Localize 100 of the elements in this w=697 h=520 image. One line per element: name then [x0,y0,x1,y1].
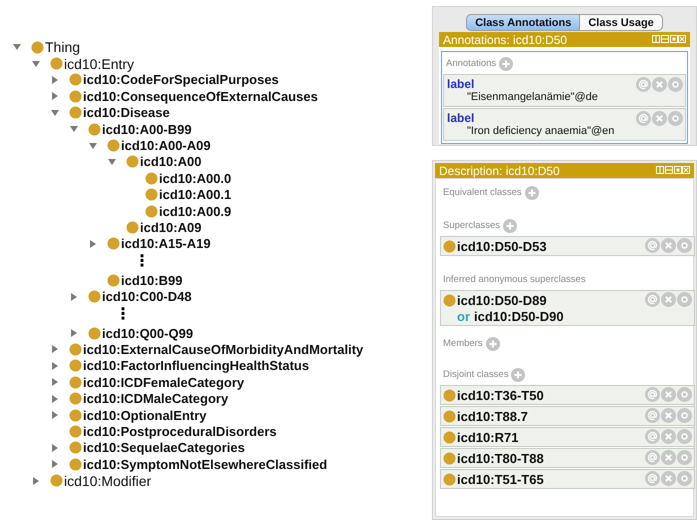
annotate-icon[interactable] [645,429,660,444]
add-icon[interactable] [511,368,526,382]
class-card[interactable]: icd10:T51-T65 [440,469,695,489]
expand-triangle-icon[interactable] [50,91,60,102]
class-label[interactable]: icd10:CodeForSpecialPurposes [83,72,279,88]
annotate-icon[interactable] [645,238,660,253]
options-icon[interactable] [668,77,683,92]
class-icon [443,294,456,306]
class-icon [443,452,456,464]
annotation-card[interactable]: label "Iron deficiency anaemia"@en [443,108,686,141]
collapse-triangle-icon[interactable] [50,108,60,118]
options-icon[interactable] [677,471,692,486]
collapse-triangle-icon[interactable] [69,124,79,134]
section-heading: Annotations [446,58,496,69]
options-icon[interactable] [677,387,692,402]
class-label[interactable]: icd10:Entry [64,56,134,72]
expand-triangle-icon[interactable] [50,360,60,371]
delete-icon[interactable] [661,387,676,402]
annotate-icon[interactable] [636,111,651,126]
delete-icon[interactable] [661,408,676,423]
delete-icon[interactable] [661,450,676,465]
class-card[interactable]: icd10:T88.7 [440,406,695,426]
class-label[interactable]: icd10:A15-A19 [121,236,211,252]
class-icon [88,122,101,136]
class-label[interactable]: icd10:A00-B99 [102,122,192,137]
delete-icon[interactable] [661,471,676,486]
options-icon[interactable] [677,292,692,307]
expand-triangle-icon[interactable] [88,238,98,249]
annotate-icon[interactable] [645,387,660,402]
view-controls-icon[interactable] [656,166,690,175]
class-icon [69,424,82,438]
class-name: icd10:T36-T50 [457,388,544,402]
annotate-icon[interactable] [645,471,660,486]
view-title: Description: icd10:D50 [439,164,560,178]
operator-keyword: or [457,308,470,324]
class-label[interactable]: icd10:FactorInfluencingHealthStatus [83,358,310,374]
add-icon[interactable] [499,56,514,70]
expand-triangle-icon[interactable] [50,410,60,420]
class-icon [69,359,82,372]
options-icon[interactable] [677,429,692,444]
class-label[interactable]: icd10:Q00-Q99 [102,326,194,341]
options-icon[interactable] [677,238,692,253]
add-icon[interactable] [503,218,518,232]
class-label[interactable]: icd10:B99 [121,272,182,288]
class-label[interactable]: icd10:ExternalCauseOfMorbidityAndMortality [83,342,364,357]
class-card[interactable]: icd10:D50-D89 or icd10:D50-D90 [440,290,695,326]
options-icon[interactable] [677,408,692,423]
class-label[interactable]: icd10:A09 [140,220,202,235]
delete-icon[interactable] [661,429,676,444]
class-label[interactable]: icd10:SequelaeCategories [83,440,245,456]
expand-triangle-icon[interactable] [50,377,60,388]
options-icon[interactable] [668,111,683,126]
class-label[interactable]: Thing [45,39,80,56]
class-label[interactable]: icd10:C00-D48 [102,289,192,304]
expand-triangle-icon[interactable] [69,292,79,302]
collapse-triangle-icon[interactable] [31,58,41,69]
add-icon[interactable] [486,336,500,350]
class-label[interactable]: icd10:Modifier [64,472,152,489]
annotate-icon[interactable] [645,292,660,307]
collapse-triangle-icon[interactable] [107,156,117,167]
expand-triangle-icon[interactable] [50,74,60,85]
class-label[interactable]: icd10:A00.1 [159,187,232,202]
annotate-icon[interactable] [636,77,651,92]
tab[interactable]: Class Annotations [466,14,580,31]
delete-icon[interactable] [652,111,667,126]
view-controls-icon[interactable] [652,35,686,44]
class-label[interactable]: icd10:PostproceduralDisorders [83,424,277,439]
expand-triangle-icon[interactable] [69,328,79,338]
delete-icon[interactable] [652,77,667,92]
collapse-triangle-icon[interactable] [88,140,98,151]
class-label[interactable]: icd10:A00-A09 [121,138,211,154]
class-card[interactable]: icd10:T36-T50 [440,385,695,405]
class-label[interactable]: icd10:OptionalEntry [83,408,207,422]
options-icon[interactable] [677,450,692,465]
annotate-icon[interactable] [645,408,660,423]
expand-triangle-icon[interactable] [50,459,60,470]
class-label[interactable]: icd10:Disease [83,105,170,120]
annotation-card[interactable]: label "Eisenmangelanämie"@de [443,74,686,107]
class-label[interactable]: icd10:A00.9 [159,204,232,219]
add-icon[interactable] [524,186,539,200]
class-label[interactable]: icd10:A00.0 [159,170,232,186]
class-icon [107,274,120,287]
collapse-triangle-icon[interactable] [12,42,22,52]
expand-triangle-icon[interactable] [50,344,60,354]
class-card[interactable]: icd10:T80-T88 [440,448,695,468]
expand-triangle-icon[interactable] [50,442,60,453]
ellipsis-mark: ⋮ [115,304,131,325]
class-label[interactable]: icd10:ConsequenceOfExternalCauses [83,88,318,104]
delete-icon[interactable] [661,292,676,307]
delete-icon[interactable] [661,238,676,253]
annotate-icon[interactable] [645,450,660,465]
class-label[interactable]: icd10:SymptomNotElsewhereClassified [83,456,328,472]
class-card[interactable]: icd10:D50-D53 [440,236,695,256]
class-label[interactable]: icd10:ICDMaleCategory [83,391,228,406]
tab[interactable]: Class Usage [580,14,663,31]
class-label[interactable]: icd10:A00 [140,154,202,170]
class-label[interactable]: icd10:ICDFemaleCategory [83,374,244,390]
expand-triangle-icon[interactable] [31,476,41,486]
expand-triangle-icon[interactable] [50,394,60,404]
class-card[interactable]: icd10:R71 [440,427,695,447]
